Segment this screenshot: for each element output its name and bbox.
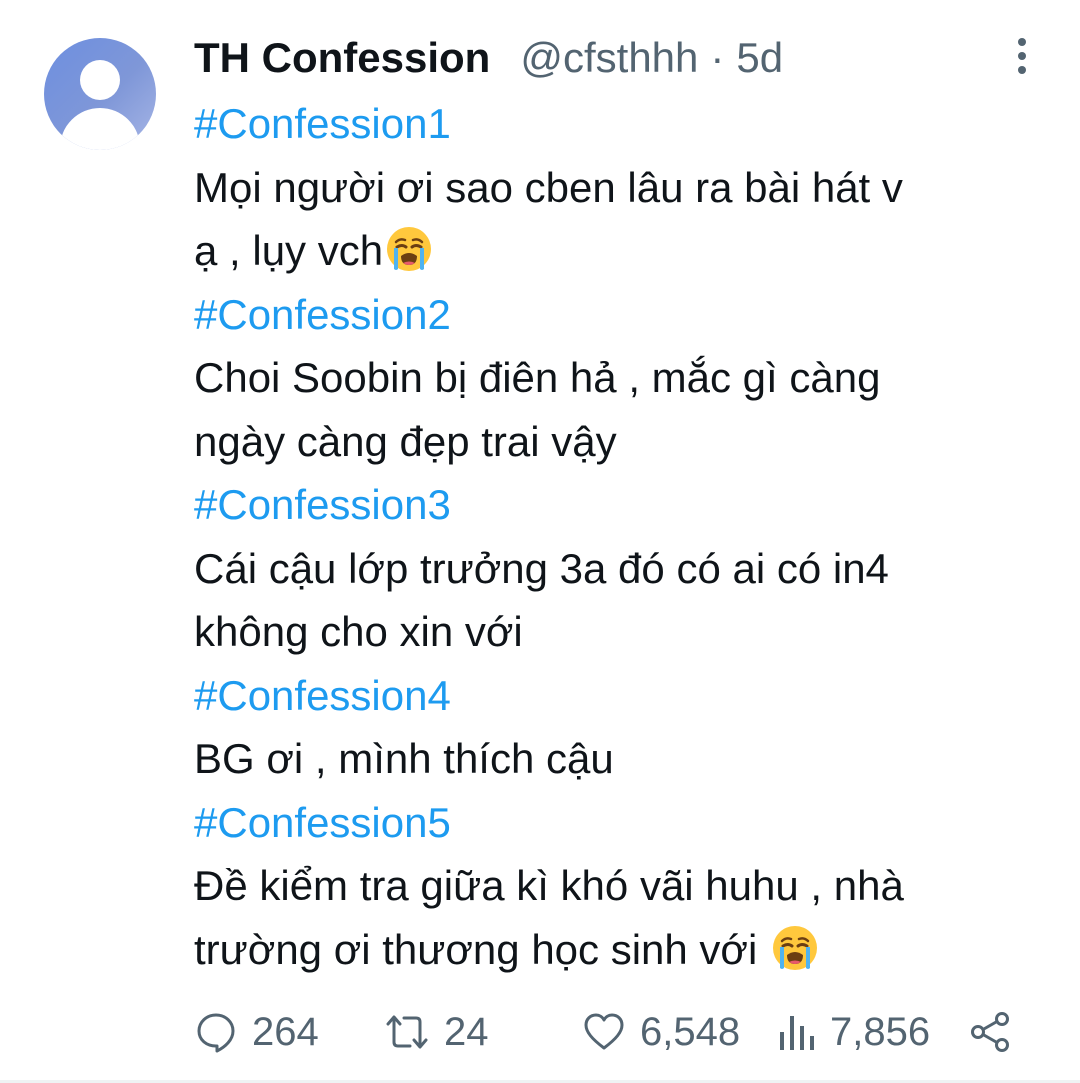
crying-face-emoji-icon <box>387 227 432 271</box>
tweet-line-text: Đề kiểm tra giữa kì khó vãi huhu , nhà <box>194 862 904 909</box>
timestamp[interactable]: 5d <box>736 34 783 82</box>
tweet-line: Cái cậu lớp trưởng 3a đó có ai có in4 <box>194 537 1064 601</box>
tweet-line-text: Cái cậu lớp trưởng 3a đó có ai có in4 <box>194 544 889 592</box>
tweet-line-hashtag: #Confession2 <box>194 283 1064 347</box>
reply-count: 264 <box>252 1009 319 1054</box>
user-handle[interactable]: @cfsthhh <box>520 34 698 82</box>
view-count: 7,856 <box>830 1009 931 1054</box>
more-options-icon[interactable] <box>1008 36 1036 76</box>
tweet-header: TH Confession @cfsthhh · 5d <box>194 30 783 86</box>
tweet-line-text: BG ơi , mình thích cậu <box>194 735 614 782</box>
like-button[interactable]: 6,548 <box>582 1004 740 1060</box>
more-dot <box>1018 38 1026 46</box>
hashtag-link[interactable]: #Confession4 <box>194 672 451 719</box>
reply-button[interactable]: 264 <box>194 1004 319 1060</box>
tweet-line: BG ơi , mình thích cậu <box>194 727 1064 791</box>
tweet-line: Đề kiểm tra giữa kì khó vãi huhu , nhà <box>194 854 1064 918</box>
views-button[interactable]: 7,856 <box>776 1004 930 1060</box>
views-chart-icon <box>780 1016 814 1050</box>
tweet-line: ạ , lụy vch <box>194 219 1064 283</box>
tweet-text: #Confession1 Mọi người ơi sao cben lâu r… <box>194 92 1064 981</box>
separator-dot: · <box>710 34 725 81</box>
like-count: 6,548 <box>640 1009 741 1054</box>
tweet-line-text: ạ , lụy vch <box>194 227 384 274</box>
tweet-line: Choi Soobin bị điên hả , mắc gì càng <box>194 346 1064 410</box>
hashtag-link[interactable]: #Confession1 <box>194 100 451 147</box>
retweet-button[interactable]: 24 <box>384 1004 489 1060</box>
hashtag-link[interactable]: #Confession5 <box>194 799 451 846</box>
avatar[interactable] <box>44 38 156 150</box>
tweet-line-text: Mọi người ơi sao cben lâu ra bài hát v <box>194 163 903 211</box>
more-dot <box>1018 52 1026 60</box>
reply-icon <box>197 1013 235 1053</box>
retweet-count: 24 <box>444 1009 489 1054</box>
hashtag-link[interactable]: #Confession3 <box>194 481 451 528</box>
avatar-default-shoulders <box>60 108 140 150</box>
tweet-line-text: ngày càng đẹp trai vậy <box>194 417 617 465</box>
share-icon <box>971 1012 1009 1052</box>
tweet-line-text: Choi Soobin bị điên hả , mắc gì càng <box>194 354 881 401</box>
tweet-line-hashtag: #Confession4 <box>194 664 1064 728</box>
retweet-icon <box>386 1015 428 1049</box>
tweet-line-hashtag: #Confession3 <box>194 473 1064 537</box>
share-button[interactable] <box>968 1004 1014 1060</box>
display-name[interactable]: TH Confession <box>194 34 490 82</box>
tweet-line: không cho xin với <box>194 600 1064 664</box>
tweet-line-hashtag: #Confession5 <box>194 791 1064 855</box>
tweet: TH Confession @cfsthhh · 5d #Confession1… <box>0 0 1080 1083</box>
tweet-actions: 264 24 6,548 7,856 <box>0 1004 1080 1060</box>
heart-icon <box>584 1013 624 1050</box>
avatar-default-head <box>80 60 120 100</box>
hashtag-link[interactable]: #Confession2 <box>194 291 451 338</box>
tweet-line: ngày càng đẹp trai vậy <box>194 410 1064 474</box>
tweet-line: Mọi người ơi sao cben lâu ra bài hát v <box>194 156 1064 220</box>
crying-face-emoji-icon <box>772 925 817 970</box>
tweet-line-text: trường ơi thương học sinh với <box>194 925 769 973</box>
tweet-line-hashtag: #Confession1 <box>194 92 1064 156</box>
tweet-line-text: không cho xin với <box>194 608 523 655</box>
tweet-line: trường ơi thương học sinh với <box>194 918 1064 982</box>
more-dot <box>1018 66 1026 74</box>
